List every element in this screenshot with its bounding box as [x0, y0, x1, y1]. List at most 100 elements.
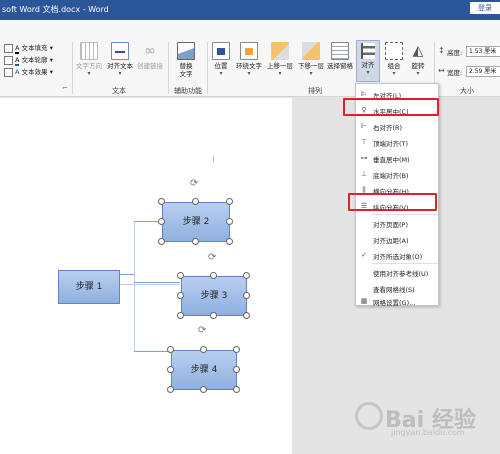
height-input[interactable]: 1.53 厘米	[466, 46, 500, 57]
resize-handle[interactable]	[233, 366, 240, 373]
rotate-handle-icon[interactable]: ⟳	[198, 325, 206, 336]
grid-settings-icon: ▦	[360, 297, 368, 305]
resize-handle[interactable]	[243, 272, 250, 279]
menu-item-align-to-margin[interactable]: 对齐边距(A)	[356, 231, 440, 247]
width-input[interactable]: 2.59 厘米	[466, 66, 500, 77]
group-label-accessibility: 辅助功能	[174, 87, 202, 95]
align-top-icon: ⊤	[360, 138, 368, 146]
step-4-shape[interactable]: 步骤 4	[171, 350, 237, 390]
highlight-box-align-center	[343, 98, 439, 116]
resize-handle[interactable]	[158, 218, 165, 225]
text-direction-button[interactable]: 文字方向 ▾	[76, 42, 102, 78]
menu-item-align-right[interactable]: ⊩ 右对齐(R)	[356, 118, 440, 134]
resize-handle[interactable]	[200, 346, 207, 353]
resize-handle[interactable]	[167, 366, 174, 373]
wrap-text-button[interactable]: 环绕文字 ▾	[234, 42, 264, 78]
resize-handle[interactable]	[177, 272, 184, 279]
step-1-shape[interactable]: 步骤 1	[58, 270, 120, 304]
rotate-handle-icon[interactable]: ⟳	[208, 252, 216, 263]
rotate-icon: ◭	[412, 43, 424, 59]
connector-line	[134, 351, 170, 352]
menu-item-align-top[interactable]: ⊤ 顶端对齐(T)	[356, 134, 440, 150]
group-button[interactable]: 组合 ▾	[383, 42, 405, 78]
resize-handle[interactable]	[158, 238, 165, 245]
menu-item-align-to-page[interactable]: 对齐页面(P)	[356, 215, 440, 231]
width-label: 宽度:	[447, 69, 463, 77]
position-button[interactable]: 位置 ▾	[210, 42, 232, 78]
bring-forward-button[interactable]: 上移一层 ▾	[265, 42, 295, 78]
rotate-handle-icon[interactable]: ⟳	[190, 178, 198, 189]
menu-item-grid-settings[interactable]: ▦ 网格设置(G)...	[356, 295, 440, 307]
align-button[interactable]: 对齐 ▾	[356, 40, 380, 82]
send-backward-icon	[302, 42, 320, 60]
menu-item-align-middle[interactable]: ⊶ 垂直居中(M)	[356, 150, 440, 166]
resize-handle[interactable]	[243, 292, 250, 299]
position-icon	[212, 42, 230, 60]
resize-handle[interactable]	[167, 346, 174, 353]
login-button[interactable]: 登录	[470, 2, 500, 14]
resize-handle[interactable]	[226, 218, 233, 225]
menu-item-align-bottom[interactable]: ⊥ 底端对齐(B)	[356, 166, 440, 182]
create-link-button[interactable]: ∞ 创建链接	[136, 42, 164, 70]
resize-handle[interactable]	[158, 198, 165, 205]
group-separator	[207, 42, 208, 94]
menu-item-align-selected-objects[interactable]: ✓ 对齐所选对象(O)	[356, 247, 440, 263]
group-separator	[72, 42, 73, 94]
text-fill-button[interactable]: A 文本填充 ▾	[4, 42, 53, 54]
alt-text-button[interactable]: 替换文字	[172, 42, 200, 78]
connector-line	[120, 284, 180, 285]
resize-handle[interactable]	[177, 292, 184, 299]
guide-mark	[213, 156, 214, 162]
resize-handle[interactable]	[233, 346, 240, 353]
group-separator	[168, 42, 169, 94]
resize-handle[interactable]	[226, 238, 233, 245]
wrap-text-icon	[240, 42, 258, 60]
resize-handle[interactable]	[167, 386, 174, 393]
align-icon	[361, 43, 375, 59]
connector-line	[134, 282, 180, 283]
align-text-icon	[111, 42, 129, 60]
width-icon: ↔	[438, 66, 445, 75]
group-label-size: 大小	[460, 87, 474, 95]
resize-handle[interactable]	[233, 386, 240, 393]
bring-forward-icon	[271, 42, 289, 60]
align-text-button[interactable]: 对齐文本 ▾	[106, 42, 134, 78]
highlight-box-distribute-vertically	[348, 193, 437, 211]
resize-handle[interactable]	[177, 312, 184, 319]
image-icon	[177, 42, 195, 60]
align-right-icon: ⊩	[360, 122, 368, 130]
align-left-icon: ⊫	[360, 90, 368, 98]
watermark: Bai 经验 jingyan.baidu.com	[355, 398, 495, 446]
send-backward-button[interactable]: 下移一层 ▾	[296, 42, 326, 78]
resize-handle[interactable]	[192, 198, 199, 205]
menu-item-use-alignment-guides[interactable]: 使用对齐参考线(U)	[356, 264, 440, 280]
group-icon	[385, 42, 403, 60]
connector-line	[134, 221, 135, 352]
height-label: 高度:	[447, 49, 463, 57]
title-bar: soft Word 文档.docx - Word 登录	[0, 0, 500, 20]
group-label-arrange: 排列	[308, 87, 322, 95]
resize-handle[interactable]	[200, 386, 207, 393]
resize-handle[interactable]	[192, 238, 199, 245]
step-3-shape[interactable]: 步骤 3	[181, 276, 247, 316]
selection-pane-button[interactable]: 选择窗格	[326, 42, 354, 70]
group-label-text: 文本	[112, 87, 126, 95]
resize-handle[interactable]	[226, 198, 233, 205]
step-2-shape[interactable]: 步骤 2	[162, 202, 230, 242]
align-bottom-icon: ⊥	[360, 170, 368, 178]
resize-handle[interactable]	[210, 312, 217, 319]
align-middle-icon: ⊶	[360, 154, 368, 162]
selection-pane-icon	[331, 42, 349, 60]
text-outline-button[interactable]: A 文本轮廓 ▾	[4, 54, 53, 66]
rotate-button[interactable]: ◭ 旋转 ▾	[407, 42, 429, 78]
text-effects-button[interactable]: A 文本效果 ▾	[4, 66, 53, 77]
dialog-launcher-icon[interactable]: ⌐	[62, 84, 68, 92]
window-title: soft Word 文档.docx - Word	[2, 5, 109, 14]
document-page[interactable]: 步骤 1 ⟳ 步骤 2 ⟳ 步骤 3 ⟳ 步骤 4	[0, 98, 292, 454]
resize-handle[interactable]	[210, 272, 217, 279]
connector-line	[120, 274, 134, 275]
resize-handle[interactable]	[243, 312, 250, 319]
menu-item-view-gridlines[interactable]: 查看网格线(S)	[356, 280, 440, 296]
link-icon: ∞	[144, 43, 156, 59]
paw-logo-icon	[355, 402, 383, 430]
